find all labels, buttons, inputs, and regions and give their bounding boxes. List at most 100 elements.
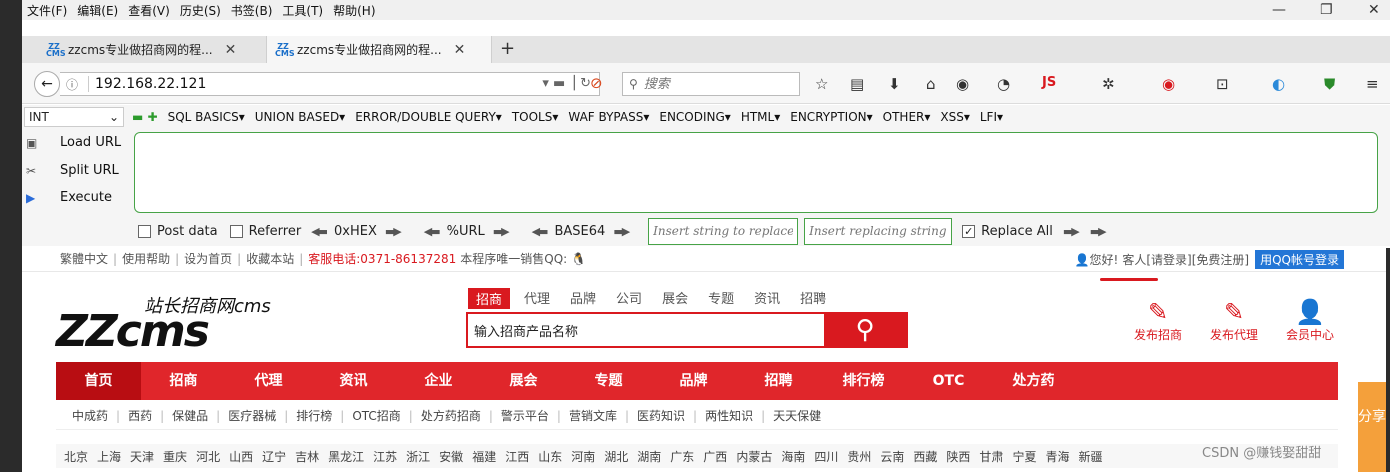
region-link[interactable]: 重庆 — [163, 448, 187, 465]
login-link[interactable]: [请登录] — [1146, 251, 1191, 268]
search-tab-zhaoshang[interactable]: 招商 — [468, 288, 511, 309]
search-input[interactable] — [643, 76, 784, 92]
subnav-item[interactable]: 医疗器械 — [228, 407, 276, 424]
search-tab-pinpai[interactable]: 品牌 — [570, 288, 596, 309]
nav-paihangbang[interactable]: 排行榜 — [821, 362, 906, 400]
menu-encryption[interactable]: ENCRYPTION▾ — [790, 110, 872, 124]
region-link[interactable]: 河北 — [196, 448, 220, 465]
subnav-item[interactable]: 西药 — [128, 407, 152, 424]
region-link[interactable]: 上海 — [97, 448, 121, 465]
region-link[interactable]: 广东 — [670, 448, 694, 465]
nav-chufangyao[interactable]: 处方药 — [991, 362, 1076, 400]
traditional-chinese-link[interactable]: 繁體中文 — [60, 250, 108, 267]
url-textarea[interactable] — [134, 132, 1378, 213]
region-link[interactable]: 天津 — [130, 448, 154, 465]
region-link[interactable]: 四川 — [814, 448, 838, 465]
search-tab-zhaopin[interactable]: 招聘 — [800, 288, 826, 309]
region-link[interactable]: 浙江 — [406, 448, 430, 465]
menu-history[interactable]: 历史(S) — [175, 2, 226, 19]
home-icon[interactable]: ⌂ — [926, 75, 936, 93]
menu-view[interactable]: 查看(V) — [123, 2, 175, 19]
subnav-item[interactable]: 排行榜 — [296, 407, 332, 424]
search-tab-daili[interactable]: 代理 — [524, 288, 550, 309]
search-box[interactable]: ⚲ — [622, 72, 800, 96]
close-icon[interactable]: ✕ — [454, 42, 466, 58]
info-icon[interactable]: ⓘ — [66, 76, 78, 93]
load-url-button[interactable]: ▣ Load URL — [26, 135, 121, 150]
region-link[interactable]: 甘肃 — [979, 448, 1003, 465]
qq-penguin-icon[interactable]: 🐧 — [571, 252, 586, 266]
region-link[interactable]: 江苏 — [373, 448, 397, 465]
search-tab-zixun[interactable]: 资讯 — [754, 288, 780, 309]
menu-waf-bypass[interactable]: WAF BYPASS▾ — [568, 110, 649, 124]
new-tab-icon[interactable]: + — [500, 38, 515, 59]
post-data-checkbox[interactable] — [138, 224, 151, 238]
close-icon[interactable]: ✕ — [225, 42, 237, 58]
region-link[interactable]: 海南 — [781, 448, 805, 465]
extension-icon[interactable]: ◐ — [1272, 75, 1285, 93]
subnav-item[interactable]: 处方药招商 — [421, 407, 481, 424]
region-link[interactable]: 湖南 — [637, 448, 661, 465]
menu-xss[interactable]: XSS▾ — [940, 110, 969, 124]
publish-zhaoshang-button[interactable]: ✎ 发布招商 — [1128, 298, 1188, 343]
region-link[interactable]: 新疆 — [1078, 448, 1102, 465]
nav-zhaopin[interactable]: 招聘 — [736, 362, 821, 400]
region-link[interactable]: 内蒙古 — [736, 448, 772, 465]
help-link[interactable]: 使用帮助 — [122, 250, 170, 267]
url-text[interactable]: 192.168.22.121 — [88, 76, 206, 92]
subnav-item[interactable]: 警示平台 — [501, 407, 549, 424]
subnav-item[interactable]: 天天保健 — [773, 407, 821, 424]
replace-arrow-icon[interactable]: ▬▶ — [1063, 225, 1080, 238]
region-link[interactable]: 山西 — [229, 448, 253, 465]
share-button[interactable]: 分享 — [1358, 382, 1386, 472]
url-bar[interactable]: ⓘ 192.168.22.121 ▾ ▬ ⎟ ↻ — [60, 72, 600, 96]
site-logo[interactable]: 站长招商网cms ZZcms — [56, 292, 296, 357]
back-arrow-icon[interactable]: ← — [34, 71, 60, 97]
subnav-item[interactable]: 营销文库 — [569, 407, 617, 424]
menu-sql-basics[interactable]: SQL BASICS▾ — [168, 110, 245, 124]
region-link[interactable]: 湖北 — [604, 448, 628, 465]
region-link[interactable]: 陕西 — [946, 448, 970, 465]
region-link[interactable]: 安徽 — [439, 448, 463, 465]
register-link[interactable]: [免费注册] — [1192, 251, 1249, 268]
search-tab-gongsi[interactable]: 公司 — [616, 288, 642, 309]
execute-button[interactable]: ▶ Execute — [26, 190, 112, 205]
region-link[interactable]: 广西 — [703, 448, 727, 465]
url-decode-icon[interactable]: ◀▬ — [424, 225, 441, 238]
menu-tools[interactable]: 工具(T) — [277, 2, 328, 19]
menu-help[interactable]: 帮助(H) — [328, 2, 380, 19]
menu-other[interactable]: OTHER▾ — [883, 110, 931, 124]
region-link[interactable]: 江西 — [505, 448, 529, 465]
nav-pinpai[interactable]: 品牌 — [651, 362, 736, 400]
qq-login-button[interactable]: 用QQ帐号登录 — [1255, 250, 1344, 269]
search-tab-zhanhui[interactable]: 展会 — [662, 288, 688, 309]
base64-encode-icon[interactable]: ▬▶ — [613, 225, 630, 238]
tab-2[interactable]: ZZ CMS zzcms专业做招商网的程... ✕ — [266, 36, 492, 63]
hex-decode-icon[interactable]: ◀▬ — [311, 225, 328, 238]
extension-icon[interactable]: ✲ — [1102, 75, 1115, 93]
nav-home[interactable]: 首页 — [56, 362, 141, 400]
tab-1[interactable]: ZZ CMS zzcms专业做招商网的程... ✕ — [38, 36, 266, 63]
subnav-item[interactable]: 中成药 — [72, 407, 108, 424]
nav-qiye[interactable]: 企业 — [396, 362, 481, 400]
globe-icon[interactable]: ◉ — [956, 75, 969, 93]
shield-icon[interactable]: ⛊ — [1324, 75, 1335, 93]
region-link[interactable]: 宁夏 — [1012, 448, 1036, 465]
close-window-icon[interactable]: ✕ — [1368, 2, 1380, 18]
region-link[interactable]: 辽宁 — [262, 448, 286, 465]
hackbar-icon[interactable]: ◉ — [1162, 75, 1175, 93]
nav-daili[interactable]: 代理 — [226, 362, 311, 400]
window-icon[interactable]: ⊡ — [1216, 75, 1229, 93]
replace-arrow-icon[interactable]: ▬▶ — [1090, 225, 1107, 238]
extension-icon[interactable]: ⊘ — [590, 74, 603, 92]
menu-html[interactable]: HTML▾ — [741, 110, 780, 124]
region-link[interactable]: 贵州 — [847, 448, 871, 465]
insert-string-to-replace-input[interactable] — [648, 217, 799, 245]
nav-zhuanti[interactable]: 专题 — [566, 362, 651, 400]
region-link[interactable]: 云南 — [880, 448, 904, 465]
region-link[interactable]: 山东 — [538, 448, 562, 465]
search-button[interactable]: ⚲ — [824, 314, 906, 346]
restore-icon[interactable]: ❐ — [1320, 2, 1333, 18]
publish-daili-button[interactable]: ✎ 发布代理 — [1204, 298, 1264, 343]
region-link[interactable]: 北京 — [64, 448, 88, 465]
